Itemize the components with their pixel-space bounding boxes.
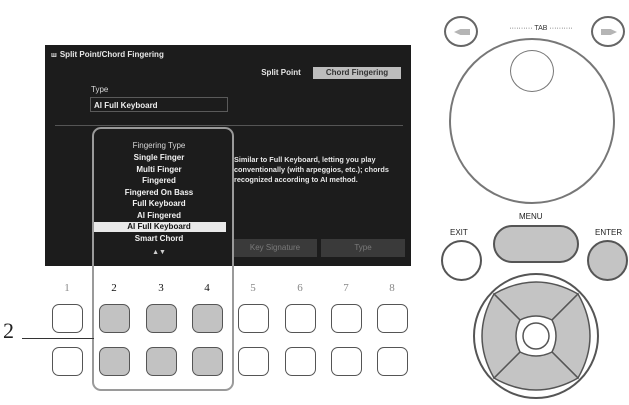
menu-button[interactable] <box>493 225 579 263</box>
type-value-field[interactable]: AI Full Keyboard <box>90 97 228 112</box>
tab-chord-fingering[interactable]: Chord Fingering <box>313 67 401 79</box>
button-number-label: 3 <box>158 282 164 294</box>
screen-title-text: Split Point/Chord Fingering <box>59 50 164 59</box>
tab-left-button[interactable] <box>444 16 478 47</box>
tab-right-button[interactable] <box>591 16 625 47</box>
button-number-label: 2 <box>111 282 117 294</box>
panel-button-2-lower[interactable] <box>99 347 130 376</box>
tab-label-text: TAB <box>534 25 548 32</box>
type-label: Type <box>91 85 109 94</box>
tab-label: ·········· TAB ·········· <box>509 25 573 32</box>
panel-button-3-upper[interactable] <box>146 304 177 333</box>
exit-label: EXIT <box>450 228 468 237</box>
panel-button-6-upper[interactable] <box>285 304 316 333</box>
panel-button-5-lower[interactable] <box>238 347 269 376</box>
tab-split-point[interactable]: Split Point <box>249 67 313 79</box>
dial-knob <box>510 50 554 92</box>
arrow-left-icon <box>454 29 470 35</box>
panel-button-6-lower[interactable] <box>285 347 316 376</box>
button-number-label: 8 <box>389 282 395 294</box>
panel-button-4-upper[interactable] <box>192 304 223 333</box>
panel-button-8-upper[interactable] <box>377 304 408 333</box>
panel-button-7-lower[interactable] <box>331 347 362 376</box>
panel-button-3-lower[interactable] <box>146 347 177 376</box>
button-number-label: 5 <box>250 282 256 294</box>
fingering-description: Similar to Full Keyboard, letting you pl… <box>234 155 389 184</box>
cursor-center-button[interactable] <box>522 322 550 350</box>
keyboard-icon: ш <box>51 52 57 59</box>
arrow-right-icon <box>601 29 617 35</box>
button-number-label: 6 <box>297 282 303 294</box>
panel-button-1-upper[interactable] <box>52 304 83 333</box>
cursor-pad[interactable] <box>472 272 600 400</box>
menu-label: MENU <box>519 212 543 221</box>
panel-button-8-lower[interactable] <box>377 347 408 376</box>
callout-line <box>22 338 94 339</box>
button-number-label: 7 <box>343 282 349 294</box>
panel-button-7-upper[interactable] <box>331 304 362 333</box>
type-button[interactable]: Type <box>321 239 405 257</box>
button-number-label: 1 <box>64 282 70 294</box>
button-number-label: 4 <box>204 282 210 294</box>
divider <box>55 125 403 126</box>
screen-title: ш Split Point/Chord Fingering <box>51 50 164 59</box>
panel-button-1-lower[interactable] <box>52 347 83 376</box>
panel-button-2-upper[interactable] <box>99 304 130 333</box>
panel-button-4-lower[interactable] <box>192 347 223 376</box>
enter-label: ENTER <box>595 228 623 237</box>
key-signature-button[interactable]: Key Signature <box>233 239 317 257</box>
panel-button-5-upper[interactable] <box>238 304 269 333</box>
callout-number: 2 <box>3 318 14 343</box>
